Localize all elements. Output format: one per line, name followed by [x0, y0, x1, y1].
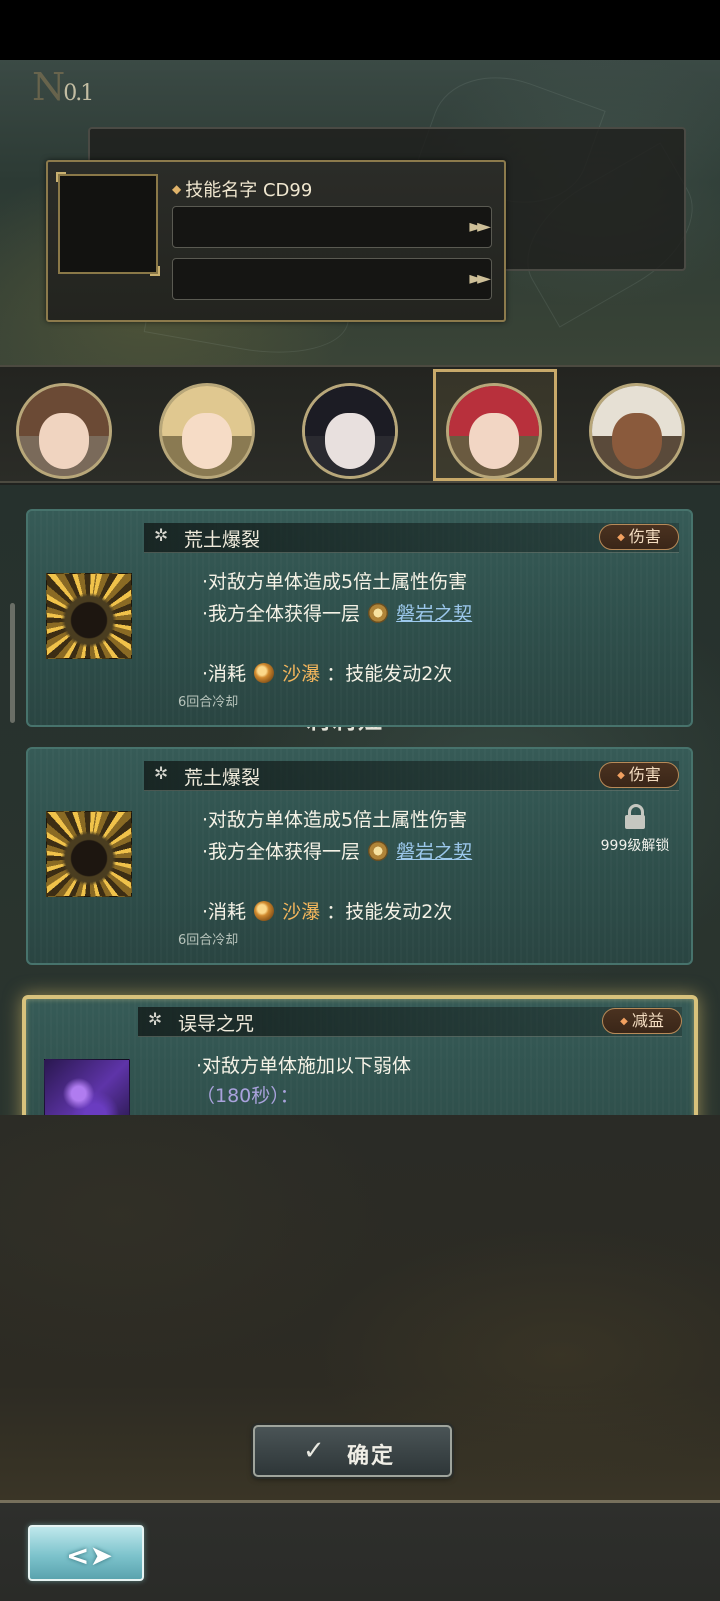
earth-burst-skill-icon: [46, 573, 132, 659]
slot-number-prefix: N: [32, 65, 65, 109]
curse-skill-icon: [44, 1059, 130, 1115]
skill-type-icon: ✲: [148, 1010, 163, 1030]
status-bar: [0, 0, 720, 60]
portrait-face: [468, 413, 520, 469]
skill-tag-badge: ◆ 伤害: [599, 524, 679, 550]
skill-tag-label: 伤害: [628, 527, 661, 546]
skill-type-icon: ✲: [154, 764, 169, 784]
skill-card[interactable]: ✲ 荒土爆裂 ◆ 伤害 ·对敌方单体造成5倍土属性伤害 ·我方全体获得一层 磐岩之…: [26, 509, 693, 727]
sand-resource-icon: [254, 901, 275, 921]
character-portrait-3[interactable]: [302, 383, 398, 479]
character-portrait-5[interactable]: [589, 383, 685, 479]
rune-buff-icon: [368, 603, 389, 623]
confirm-button[interactable]: ✓ 确定: [253, 1425, 452, 1477]
check-icon: ✓: [303, 1436, 325, 1466]
earth-burst-skill-icon: [46, 811, 132, 897]
diamond-icon: ◆: [617, 532, 625, 543]
portrait-face: [181, 413, 233, 469]
skill-preview-panel: ◆ 技能名字 CD99 ►► ►►: [46, 160, 506, 322]
effect-line-2: （180秒）：: [196, 1081, 299, 1108]
card-title: 荒土爆裂: [184, 529, 261, 551]
skill-card[interactable]: ✲ 荒土爆裂 ◆ 伤害 ·对敌方单体造成5倍土属性伤害 ·我方全体获得一层 磐岩之…: [26, 747, 693, 965]
back-button[interactable]: <➤: [28, 1525, 144, 1581]
slot-number-value: 0.1: [63, 81, 94, 106]
cooldown-text: 6回合冷却: [178, 933, 239, 948]
skill-tag-label: 伤害: [628, 765, 661, 784]
effect-line-3-prefix: ·消耗: [202, 663, 247, 685]
effect-line-1: ·对敌方单体造成5倍土属性伤害: [202, 809, 468, 831]
character-portrait-1[interactable]: [16, 383, 112, 479]
effect-line-1: ·对敌方单体施加以下弱体: [196, 1055, 412, 1077]
skill-type-icon: ✲: [154, 526, 169, 546]
skill-slot-bar-1[interactable]: ►►: [172, 206, 492, 248]
diamond-icon: ◆: [172, 182, 182, 196]
rune-buff-icon: [368, 841, 389, 861]
effect-line-3-suffix: ：技能发动2次: [326, 901, 453, 923]
effect-line-2: ·我方全体获得一层 磐岩之契: [202, 599, 472, 626]
card-title: 荒土爆裂: [184, 767, 261, 789]
card-title-bar: ✲ 荒土爆裂 ◆ 伤害: [144, 523, 679, 553]
character-portrait-4[interactable]: [446, 383, 542, 479]
effect-line-3: ·消耗 沙瀑 ：技能发动2次: [202, 897, 452, 924]
lock-icon: [625, 804, 645, 829]
lock-indicator: 999级解锁: [590, 801, 680, 855]
skill-tag-label: 减益: [631, 1011, 664, 1030]
skill-tag-badge: ◆ 减益: [602, 1008, 682, 1034]
resource-name: 沙瀑: [282, 663, 321, 685]
effect-line-3-suffix: ：技能发动2次: [326, 663, 453, 685]
slot-number: N0.1: [32, 65, 94, 109]
skill-name: 技能名字: [185, 180, 258, 201]
skill-tag-badge: ◆ 伤害: [599, 762, 679, 788]
unlock-level-text: 999级解锁: [600, 838, 670, 854]
effect-line-2-prefix: ·我方全体获得一层: [202, 603, 361, 625]
effect-line-2: ·我方全体获得一层 磐岩之契: [202, 837, 472, 864]
sand-resource-icon: [254, 663, 275, 683]
diamond-icon: ◆: [620, 1016, 628, 1027]
bottom-nav-bar: <➤: [0, 1500, 720, 1601]
double-chevron-right-icon: ►►: [469, 268, 491, 289]
duration-text: （180秒）：: [196, 1085, 299, 1107]
cooldown-text: 6回合冷却: [178, 695, 239, 710]
effect-line-2-prefix: ·我方全体获得一层: [202, 841, 361, 863]
scrollbar[interactable]: [10, 603, 15, 723]
card-title: 误导之咒: [178, 1013, 255, 1035]
skill-cd: CD99: [262, 180, 313, 201]
skill-icon-slot[interactable]: [56, 172, 160, 276]
confirm-label: 确定: [347, 1444, 396, 1469]
diamond-icon: ◆: [617, 770, 625, 781]
double-chevron-right-icon: ►►: [469, 216, 491, 237]
skill-card-selected[interactable]: ✲ 误导之咒 ◆ 减益 ·对敌方单体施加以下弱体 （180秒）：: [22, 995, 698, 1115]
character-portrait-strip: [0, 365, 720, 483]
resource-name: 沙瀑: [282, 901, 321, 923]
portrait-face: [38, 413, 90, 469]
effect-line-1: ·对敌方单体造成5倍土属性伤害: [202, 571, 468, 593]
skill-name-row: ◆ 技能名字 CD99: [172, 176, 312, 202]
card-title-bar: ✲ 误导之咒 ◆ 减益: [138, 1007, 682, 1037]
effect-line-3-prefix: ·消耗: [202, 901, 247, 923]
card-title-bar: ✲ 荒土爆裂 ◆ 伤害: [144, 761, 679, 791]
buff-link[interactable]: 磐岩之契: [396, 603, 472, 625]
character-portrait-2[interactable]: [159, 383, 255, 479]
portrait-face: [324, 413, 376, 469]
effect-line-3: ·消耗 沙瀑 ：技能发动2次: [202, 659, 452, 686]
back-arrow-icon: <➤: [66, 1539, 113, 1572]
buff-link[interactable]: 磐岩之契: [396, 841, 472, 863]
skill-list[interactable]: 莉莉娅 ✲ 荒土爆裂 ◆伤害 ·对敌方单体造成5倍土属性伤害 ·我方全体获得一层…: [0, 485, 720, 1115]
skill-slot-bar-2[interactable]: ►►: [172, 258, 492, 300]
portrait-face: [611, 413, 663, 469]
